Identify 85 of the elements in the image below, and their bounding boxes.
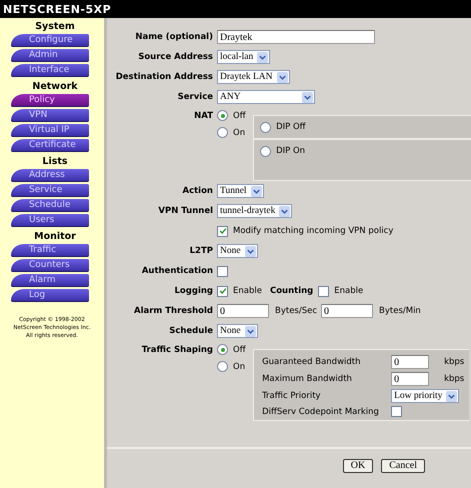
dropdown[interactable]: None [217,244,258,258]
option-label: DIP On [276,146,306,156]
field-label: Action [182,185,213,198]
field-label: Guaranteed Bandwidth [262,357,362,367]
caret-icon [276,72,288,82]
nav-button[interactable]: Address [11,169,89,182]
dropdown[interactable]: Draytek LAN [217,70,290,84]
field-label: Counting [270,286,314,296]
option-label: Off [233,110,246,120]
option-label: Enable [233,286,262,296]
nav-button[interactable]: Alarm [11,274,89,287]
unit-label: kbps [444,357,466,367]
option-label: Off [233,344,246,354]
option-label: On [233,128,246,138]
caret-icon [279,206,290,216]
input-field[interactable]: 0 [391,372,430,386]
field-label: Schedule [168,325,213,338]
nav-button[interactable]: Configure [11,34,89,47]
nav-button[interactable]: VPN [11,109,89,122]
field-label: Traffic Shaping [140,344,213,357]
caret-icon [250,186,262,196]
radio-button[interactable] [217,361,228,372]
field-label: NAT [193,110,213,123]
field-label: Name (optional) [134,31,213,44]
radio-button[interactable] [217,110,228,121]
caret-icon [302,92,313,102]
caret-icon [446,390,458,402]
checkbox[interactable] [217,226,228,236]
section-title: Monitor [33,230,77,244]
unit-label: kbps [444,374,466,384]
button[interactable]: Cancel [381,459,425,473]
unit-label: Bytes/Min [379,306,421,316]
field-label: Traffic Priority [262,391,322,401]
nav-button[interactable]: Certificate [11,139,89,152]
caret-icon [257,52,268,62]
checkbox[interactable] [217,286,228,296]
nav-button[interactable]: Counters [11,259,89,272]
nav-button[interactable]: Log [11,289,89,302]
dropdown[interactable]: local-lan [217,50,270,64]
dropdown[interactable]: Tunnel [217,184,264,198]
field-label: Alarm Threshold [133,305,213,318]
nav-button[interactable]: Policy [11,94,89,107]
field-label: Service [176,91,213,104]
input-field[interactable]: Draytek [217,30,375,44]
checkbox[interactable] [217,266,228,276]
unit-label: Bytes/Sec [275,306,318,316]
radio-button[interactable] [260,122,272,132]
radio-button[interactable] [217,344,228,355]
logo: NETSCREEN-5XP [3,2,112,16]
nav-button[interactable]: Interface [11,64,89,77]
radio-button[interactable] [217,127,228,138]
dropdown[interactable]: tunnel-draytek [217,204,292,218]
field-label: Source Address [137,51,213,64]
option-label: Enable [334,286,364,296]
nav-button[interactable]: Virtual IP [11,124,89,137]
dropdown[interactable]: ANY [217,90,315,104]
nav-button[interactable]: Admin [11,49,89,62]
dropdown[interactable]: None [217,324,258,338]
nav-button[interactable]: Service [11,184,89,197]
section-title: System [34,20,76,34]
button[interactable]: OK [342,459,374,473]
dropdown[interactable]: Low priority [391,389,460,403]
field-label: VPN Tunnel [157,205,213,218]
field-label: Logging [174,286,213,296]
option-label: DIP Off [276,122,306,132]
field-label: Maximum Bandwidth [262,374,353,384]
input-field[interactable]: 0 [391,355,430,369]
section-title: Lists [41,155,69,169]
option-label: Modify matching incoming VPN policy [233,226,394,236]
radio-button[interactable] [260,146,272,156]
field-label: L2TP [188,245,213,258]
input-field[interactable]: 0 [217,304,269,318]
option-label: On [233,362,246,372]
field-label: DiffServ Codepoint Marking [262,406,380,416]
section-title: Network [31,80,79,94]
nav-button[interactable]: Traffic [11,244,89,257]
input-field[interactable]: 0 [321,304,374,318]
nav-button[interactable]: Users [11,214,89,227]
field-label: Destination Address [114,71,213,84]
caret-icon [244,246,256,256]
caret-icon [244,326,256,336]
checkbox[interactable] [391,406,402,417]
nav-button[interactable]: Schedule [11,199,89,212]
field-label: Authentication [140,265,213,278]
checkbox[interactable] [318,286,330,296]
